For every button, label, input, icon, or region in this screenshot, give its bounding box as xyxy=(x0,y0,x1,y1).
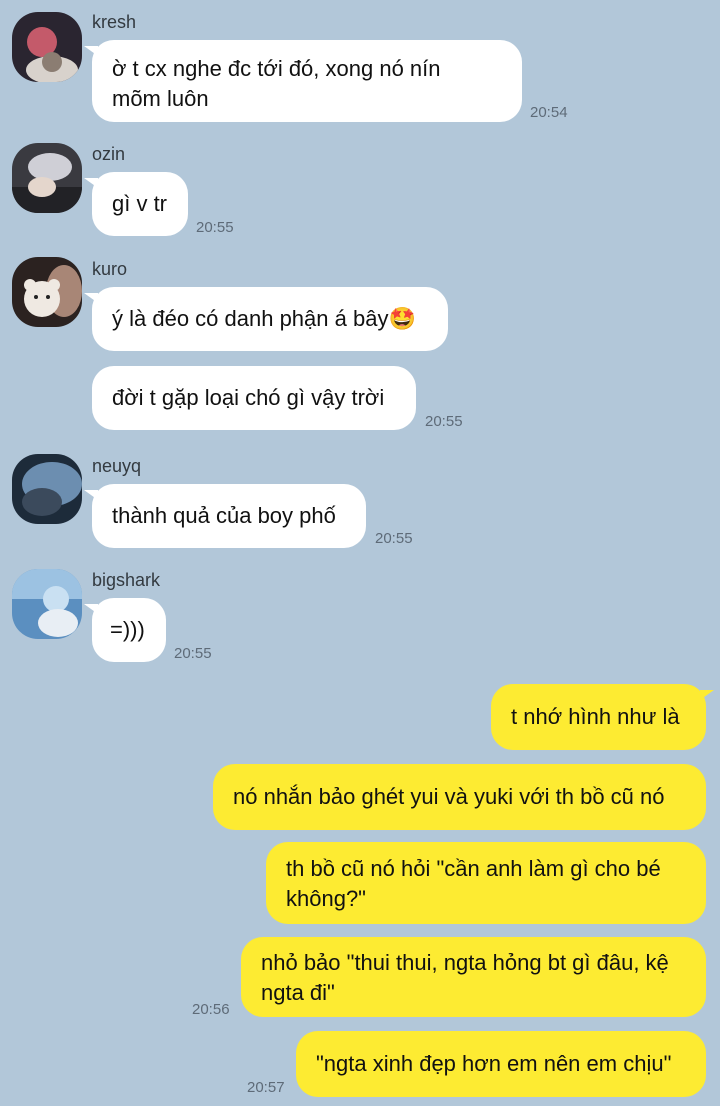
message-text: đời t gặp loại chó gì vậy trời xyxy=(112,385,385,410)
message-text: gì v tr xyxy=(112,191,168,216)
timestamp: 20:55 xyxy=(425,413,463,430)
timestamp: 20:56 xyxy=(192,1001,230,1018)
timestamp: 20:57 xyxy=(247,1079,285,1096)
sender-name: ozin xyxy=(92,144,126,164)
sender-name: neuyq xyxy=(92,456,142,476)
avatar-bigshark[interactable] xyxy=(12,569,82,639)
avatar-kuro[interactable] xyxy=(12,257,82,327)
avatar-ozin-image xyxy=(12,143,82,213)
message-text: th bồ cũ nó hỏi "cần anh làm gì cho bé xyxy=(286,856,661,881)
avatar-neuyq-image xyxy=(12,454,82,524)
timestamp: 20:55 xyxy=(174,645,212,662)
sender-name: kuro xyxy=(92,259,128,279)
avatar-ozin[interactable] xyxy=(12,143,82,213)
sender-name: bigshark xyxy=(92,570,161,590)
message-text: ý là đéo có danh phận á bây🤩 xyxy=(112,306,416,331)
message-text: t nhớ hình như là xyxy=(511,704,680,729)
timestamp: 20:55 xyxy=(375,530,413,547)
message-text: ngta đi" xyxy=(261,980,335,1005)
message-bubble-sent[interactable]: nhỏ bảo "thui thui, ngta hỏng bt gì đâu,… xyxy=(241,937,706,1017)
avatar-bigshark-image xyxy=(12,569,82,639)
sender-name: kresh xyxy=(92,12,137,32)
message-text: không?" xyxy=(286,886,366,911)
message-bubble[interactable]: ý là đéo có danh phận á bây🤩 xyxy=(84,287,448,351)
message-text: thành quả của boy phố xyxy=(112,503,336,528)
message-bubble[interactable]: =))) xyxy=(84,598,166,662)
message-bubble[interactable]: thành quả của boy phố xyxy=(84,484,366,548)
avatar-kuro-image xyxy=(12,257,82,327)
message-bubble-sent[interactable]: "ngta xinh đẹp hơn em nên em chịu" xyxy=(296,1031,706,1097)
message-bubble-sent[interactable]: t nhớ hình như là xyxy=(491,684,714,750)
message-text: "ngta xinh đẹp hơn em nên em chịu" xyxy=(316,1051,672,1076)
message-text: mõm luôn xyxy=(112,86,209,111)
timestamp: 20:54 xyxy=(530,104,568,121)
message-text: =))) xyxy=(110,617,145,642)
message-text: nhỏ bảo "thui thui, ngta hỏng bt gì đâu,… xyxy=(261,950,669,975)
avatar-kresh[interactable] xyxy=(12,12,82,82)
message-bubble-sent[interactable]: nó nhắn bảo ghét yui và yuki với th bồ c… xyxy=(213,764,706,830)
message-bubble[interactable]: đời t gặp loại chó gì vậy trời xyxy=(92,366,416,430)
message-bubble[interactable]: ờ t cx nghe đc tới đó, xong nó nín mõm l… xyxy=(84,40,522,122)
avatar-kresh-image xyxy=(12,12,82,82)
message-text: ờ t cx nghe đc tới đó, xong nó nín xyxy=(112,56,441,81)
message-bubble-sent[interactable]: th bồ cũ nó hỏi "cần anh làm gì cho bé k… xyxy=(266,842,706,924)
message-text: nó nhắn bảo ghét yui và yuki với th bồ c… xyxy=(233,784,665,809)
message-bubble[interactable]: gì v tr xyxy=(84,172,188,236)
timestamp: 20:55 xyxy=(196,219,234,236)
avatar-neuyq[interactable] xyxy=(12,454,82,524)
